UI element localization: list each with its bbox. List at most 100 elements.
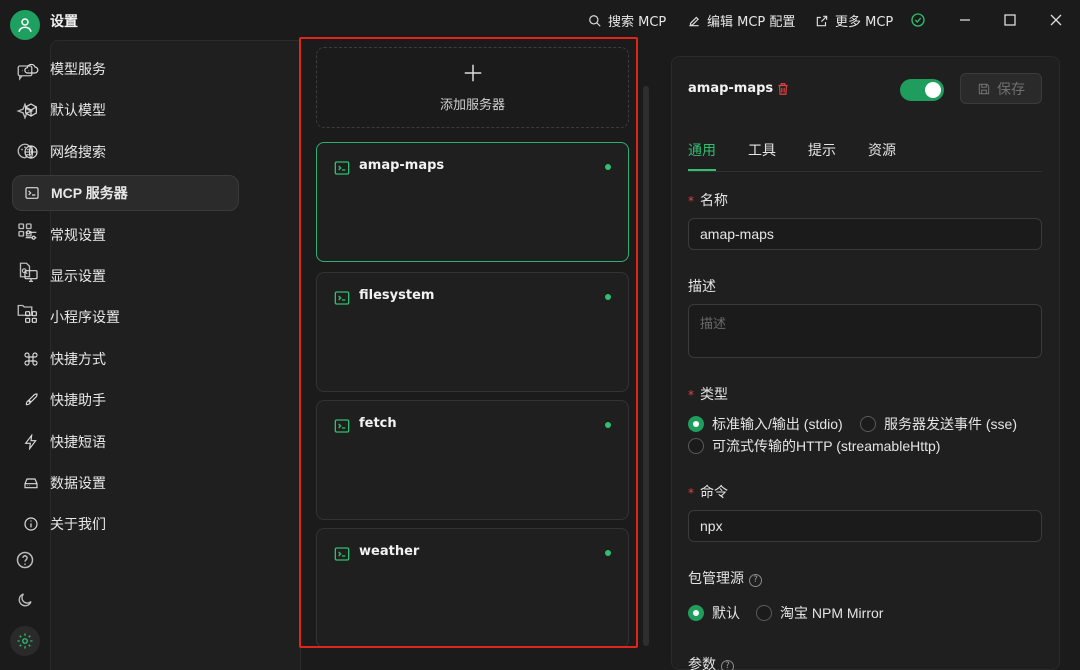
monitor-icon <box>22 267 40 285</box>
save-button[interactable]: 保存 <box>960 73 1042 104</box>
type-option-streamable-http[interactable]: 可流式传输的HTTP (streamableHttp) <box>688 436 940 456</box>
nav-item-display-settings[interactable]: 显示设置 <box>12 258 239 294</box>
nav-label: 关于我们 <box>50 517 106 533</box>
cube-icon <box>22 101 40 119</box>
radio-label: 服务器发送事件 (sse) <box>884 416 1017 432</box>
server-name: amap-maps <box>359 158 445 173</box>
title-bar: 设置 搜索 MCP 编辑 MCP 配置 更多 MCP <box>0 0 1080 40</box>
minimize-button[interactable] <box>951 6 979 34</box>
server-card[interactable]: amap-maps <box>316 142 629 262</box>
radio-selected <box>688 605 704 621</box>
server-detail-title: amap-maps <box>688 81 774 96</box>
delete-icon[interactable] <box>776 82 790 96</box>
moon-icon[interactable] <box>13 588 37 612</box>
tab-tools[interactable]: 工具 <box>748 140 776 160</box>
terminal-icon <box>23 184 41 202</box>
terminal-icon <box>334 419 350 433</box>
nav-item-model-service[interactable]: 模型服务 <box>12 51 239 87</box>
sliders-icon <box>22 226 40 244</box>
nav-label: 快捷短语 <box>50 435 106 451</box>
radio-selected <box>688 416 704 432</box>
more-mcp-button[interactable]: 更多 MCP <box>815 11 893 30</box>
nav-label: 模型服务 <box>50 62 106 78</box>
info-icon <box>22 515 40 533</box>
name-field-label: * 名称 <box>688 193 728 209</box>
registry-option-default[interactable]: 默认 <box>688 603 740 623</box>
radio-unselected <box>756 605 772 621</box>
nav-item-data-settings[interactable]: 数据设置 <box>12 465 239 501</box>
required-asterisk: * <box>688 388 694 402</box>
save-icon <box>978 83 990 94</box>
external-link-icon <box>816 15 828 26</box>
rocket-icon <box>22 391 40 409</box>
server-enabled-toggle[interactable] <box>900 79 944 101</box>
minimize-icon <box>960 19 970 21</box>
add-server-button[interactable]: 添加服务器 <box>316 47 629 128</box>
radio-label: 可流式传输的HTTP (streamableHttp) <box>712 438 941 454</box>
server-card[interactable]: weather <box>316 528 629 648</box>
server-card[interactable]: filesystem <box>316 272 629 392</box>
plus-icon <box>464 64 481 82</box>
nav-label: 快捷方式 <box>50 352 106 368</box>
toggle-knob <box>925 82 941 98</box>
required-asterisk: * <box>688 194 694 208</box>
save-label: 保存 <box>997 81 1025 98</box>
page-title: 设置 <box>50 14 78 30</box>
zap-icon <box>22 433 40 451</box>
help-icon[interactable] <box>13 548 37 572</box>
nav-item-web-search[interactable]: 网络搜索 <box>12 134 239 170</box>
search-mcp-button[interactable]: 搜索 MCP <box>588 11 666 30</box>
user-avatar[interactable] <box>10 10 40 40</box>
description-textarea[interactable]: 描述 <box>688 304 1042 358</box>
description-field-label: 描述 <box>688 279 716 295</box>
type-option-stdio[interactable]: 标准输入/输出 (stdio) <box>688 414 843 434</box>
nav-item-quick-phrases[interactable]: 快捷短语 <box>12 424 239 460</box>
terminal-icon <box>334 547 350 561</box>
nav-label: MCP 服务器 <box>51 185 128 201</box>
nav-item-mcp-servers[interactable]: MCP 服务器 <box>12 175 239 211</box>
nav-item-default-model[interactable]: 默认模型 <box>12 92 239 128</box>
tab-prompts[interactable]: 提示 <box>808 140 836 160</box>
help-icon[interactable]: ? <box>749 573 762 587</box>
args-field-label: 参数? <box>688 654 734 670</box>
nav-item-general-settings[interactable]: 常规设置 <box>12 217 239 253</box>
command-field-label: * 命令 <box>688 485 728 501</box>
name-input[interactable]: amap-maps <box>688 218 1042 250</box>
server-name: weather <box>359 544 420 559</box>
registry-field-label: 包管理源? <box>688 568 762 588</box>
server-card[interactable]: fetch <box>316 400 629 520</box>
tab-general[interactable]: 通用 <box>688 140 716 160</box>
search-icon <box>589 14 601 27</box>
type-option-sse[interactable]: 服务器发送事件 (sse) <box>860 414 1017 434</box>
status-check-icon <box>904 6 932 34</box>
globe-icon <box>22 143 40 161</box>
registry-option-taobao[interactable]: 淘宝 NPM Mirror <box>756 603 883 623</box>
server-list-scrollbar[interactable] <box>643 86 649 646</box>
settings-gear-icon[interactable] <box>10 626 40 656</box>
maximize-button[interactable] <box>996 6 1024 34</box>
server-name: fetch <box>359 416 397 431</box>
close-icon <box>1050 14 1062 26</box>
nav-label: 数据设置 <box>50 476 106 492</box>
nav-item-miniapp-settings[interactable]: 小程序设置 <box>12 299 239 335</box>
drive-icon <box>22 474 40 492</box>
server-name: filesystem <box>359 288 435 303</box>
tab-resources[interactable]: 资源 <box>868 140 896 160</box>
user-icon <box>18 18 32 32</box>
search-mcp-label: 搜索 MCP <box>608 15 667 30</box>
nav-label: 显示设置 <box>50 269 106 285</box>
edit-mcp-config-label: 编辑 MCP 配置 <box>707 15 796 30</box>
edit-mcp-config-button[interactable]: 编辑 MCP 配置 <box>687 11 795 30</box>
nav-label: 常规设置 <box>50 228 106 244</box>
nav-item-quick-assistant[interactable]: 快捷助手 <box>12 382 239 418</box>
nav-label: 快捷助手 <box>50 393 106 409</box>
command-input[interactable]: npx <box>688 510 1042 542</box>
nav-item-about-us[interactable]: 关于我们 <box>12 506 239 542</box>
nav-label: 小程序设置 <box>50 310 120 326</box>
close-button[interactable] <box>1042 6 1070 34</box>
help-icon[interactable]: ? <box>721 659 734 670</box>
nav-item-shortcuts[interactable]: 快捷方式 <box>12 341 239 377</box>
more-mcp-label: 更多 MCP <box>835 15 894 30</box>
type-field-label: * 类型 <box>688 387 728 403</box>
nav-label: 默认模型 <box>50 103 106 119</box>
